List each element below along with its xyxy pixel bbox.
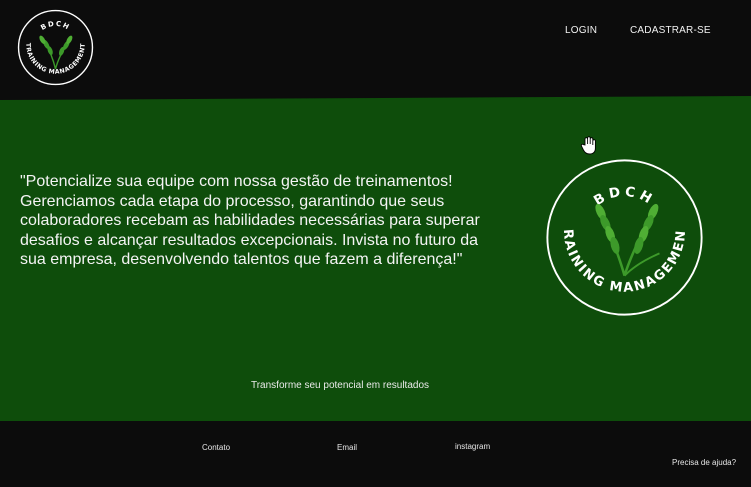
- signup-link[interactable]: CADASTRAR-SE: [630, 25, 711, 36]
- logo-small[interactable]: BDCH TRAINING MANAGEMENT: [17, 9, 94, 86]
- footer-email-link[interactable]: Email: [337, 443, 357, 452]
- hero-section: "Potencialize sua equipe com nossa gestã…: [0, 96, 751, 421]
- footer-contato-link[interactable]: Contato: [202, 443, 230, 452]
- footer-instagram-link[interactable]: instagram: [455, 442, 490, 451]
- tagline: Transforme seu potencial em resultados: [250, 380, 430, 391]
- hero-text: "Potencialize sua equipe com nossa gestã…: [20, 173, 480, 269]
- footer-help-link[interactable]: Precisa de ajuda?: [672, 458, 736, 467]
- header: BDCH TRAINING MANAGEMENT LOGIN CADASTRAR…: [0, 0, 751, 100]
- hero-logo: BDCH TRAINING MANAGEMENT: [545, 158, 703, 316]
- footer: Contato Email instagram Precisa de ajuda…: [0, 421, 751, 487]
- login-link[interactable]: LOGIN: [565, 25, 597, 36]
- hand-pointer-icon: [580, 136, 596, 155]
